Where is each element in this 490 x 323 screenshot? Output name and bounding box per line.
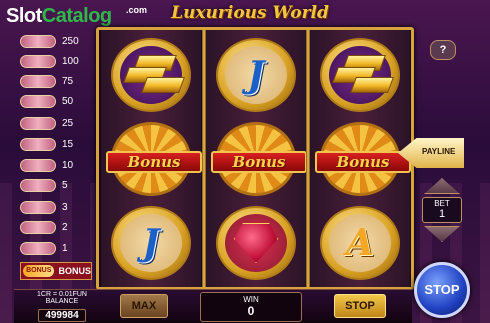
pay-value: 100 [62,56,79,67]
pay-value: 50 [62,96,74,107]
credit-rate: 1CR = 0.01FUN [37,291,87,298]
bonus-wheel-icon: Bonus [315,122,411,196]
coin-inner: J [120,214,182,272]
pay-symbol-icon [20,117,56,130]
coin-frame: J [111,206,191,280]
coin-frame [111,38,191,112]
coin-frame: J [216,38,296,112]
bet-display: BET 1 [422,197,462,223]
bonus-pay-label: BONUS [58,266,91,276]
pay-value: 10 [62,160,74,171]
balance-panel: 1CR = 0.01FUN BALANCE 499984 [14,290,110,323]
pay-symbol-icon [20,221,56,234]
letter-a-symbol: A [320,206,400,280]
balance-value: 499984 [38,309,86,322]
bet-value: 1 [438,208,446,220]
reel-frame: Bonus J J Bonus Bonus A [96,27,414,290]
ruby-ring-symbol [216,206,296,280]
bonus-symbol: Bonus [211,122,307,196]
pay-symbol-icon [20,201,56,214]
coin-inner [225,214,287,272]
pay-row: 15 [20,137,92,152]
win-label: WIN [243,295,259,304]
coin-frame [216,206,296,280]
pay-row: 50 [20,94,92,109]
game-title: Luxurious World [171,3,329,23]
reel-2: J Bonus [206,30,307,287]
coin-inner: A [329,214,391,272]
pay-symbol-icon [20,242,56,255]
pay-value: 75 [62,76,74,87]
pay-value: 3 [62,202,68,213]
pay-row: 3 [20,200,92,215]
pay-value: 250 [62,36,79,47]
stop-button[interactable]: STOP [334,294,386,318]
max-bet-button[interactable]: MAX [120,294,168,318]
reel-1: Bonus J [101,30,202,287]
coin-inner: J [225,46,287,104]
payline-indicator: PAYLINE [398,138,464,168]
letter-j-symbol: J [111,206,191,280]
pay-value: 1 [62,243,68,254]
win-value: 0 [247,304,255,318]
win-panel: WIN 0 [200,292,302,322]
pay-symbol-icon [20,35,56,48]
pay-value: 25 [62,118,74,129]
bonus-wheel-icon: Bonus [211,122,307,196]
logo-com-text: .com [126,5,148,15]
pay-row: 2 [20,220,92,235]
pay-symbol-icon [20,159,56,172]
pay-row: 5 [20,178,92,193]
pay-symbol-icon [20,138,56,151]
pay-symbol-icon [20,75,56,88]
pay-symbol-icon [20,95,56,108]
bonus-ribbon: Bonus [106,151,202,173]
coin-frame: A [320,206,400,280]
bonus-wheel-icon: Bonus [106,122,202,196]
pay-value: 15 [62,139,74,150]
logo-catalog-text: Catalog [41,5,112,27]
paytable: 250 100 75 50 25 15 10 5 3 2 1 BONUS BON… [18,34,92,282]
gold-bar [141,77,185,93]
logo-slot-text: Slot [6,5,42,27]
letter-j-symbol: J [216,38,296,112]
coin-frame [320,38,400,112]
letter-j: J [247,54,265,96]
pay-row: 75 [20,74,92,89]
pay-value: 2 [62,222,68,233]
help-button[interactable]: ? [430,40,456,60]
bonus-ribbon: Bonus [211,151,307,173]
gold-bars-icon [331,53,394,97]
letter-j: J [142,222,160,264]
bonus-chip-icon: BONUS [23,265,55,277]
pay-row: 250 [20,34,92,49]
coin-inner [329,46,394,104]
letter-a: A [346,222,374,264]
pay-row: 1 [20,241,92,256]
bottom-bar: 1CR = 0.01FUN BALANCE 499984 MAX WIN 0 S… [14,289,412,323]
pay-row: 100 [20,54,92,69]
gold-bar [350,77,394,93]
pay-row-bonus: BONUS BONUS [20,262,92,280]
reel-3: Bonus A [310,30,411,287]
bonus-symbol: Bonus [106,122,202,196]
ruby-icon [234,223,278,263]
gold-bars-icon [122,53,185,97]
pay-row: 10 [20,158,92,173]
gold-bars-symbol [320,38,400,112]
spin-stop-button[interactable]: STOP [414,262,470,318]
bonus-symbol: Bonus [315,122,411,196]
coin-inner [120,46,185,104]
bonus-ribbon: Bonus [315,151,411,173]
payline-label: PAYLINE [422,147,456,156]
bet-label: BET [434,199,450,208]
pay-row: 25 [20,116,92,131]
balance-label: BALANCE [45,298,79,305]
pay-value: 5 [62,180,68,191]
gold-bars-symbol [111,38,191,112]
pay-symbol-icon [20,55,56,68]
pay-symbol-icon [20,179,56,192]
